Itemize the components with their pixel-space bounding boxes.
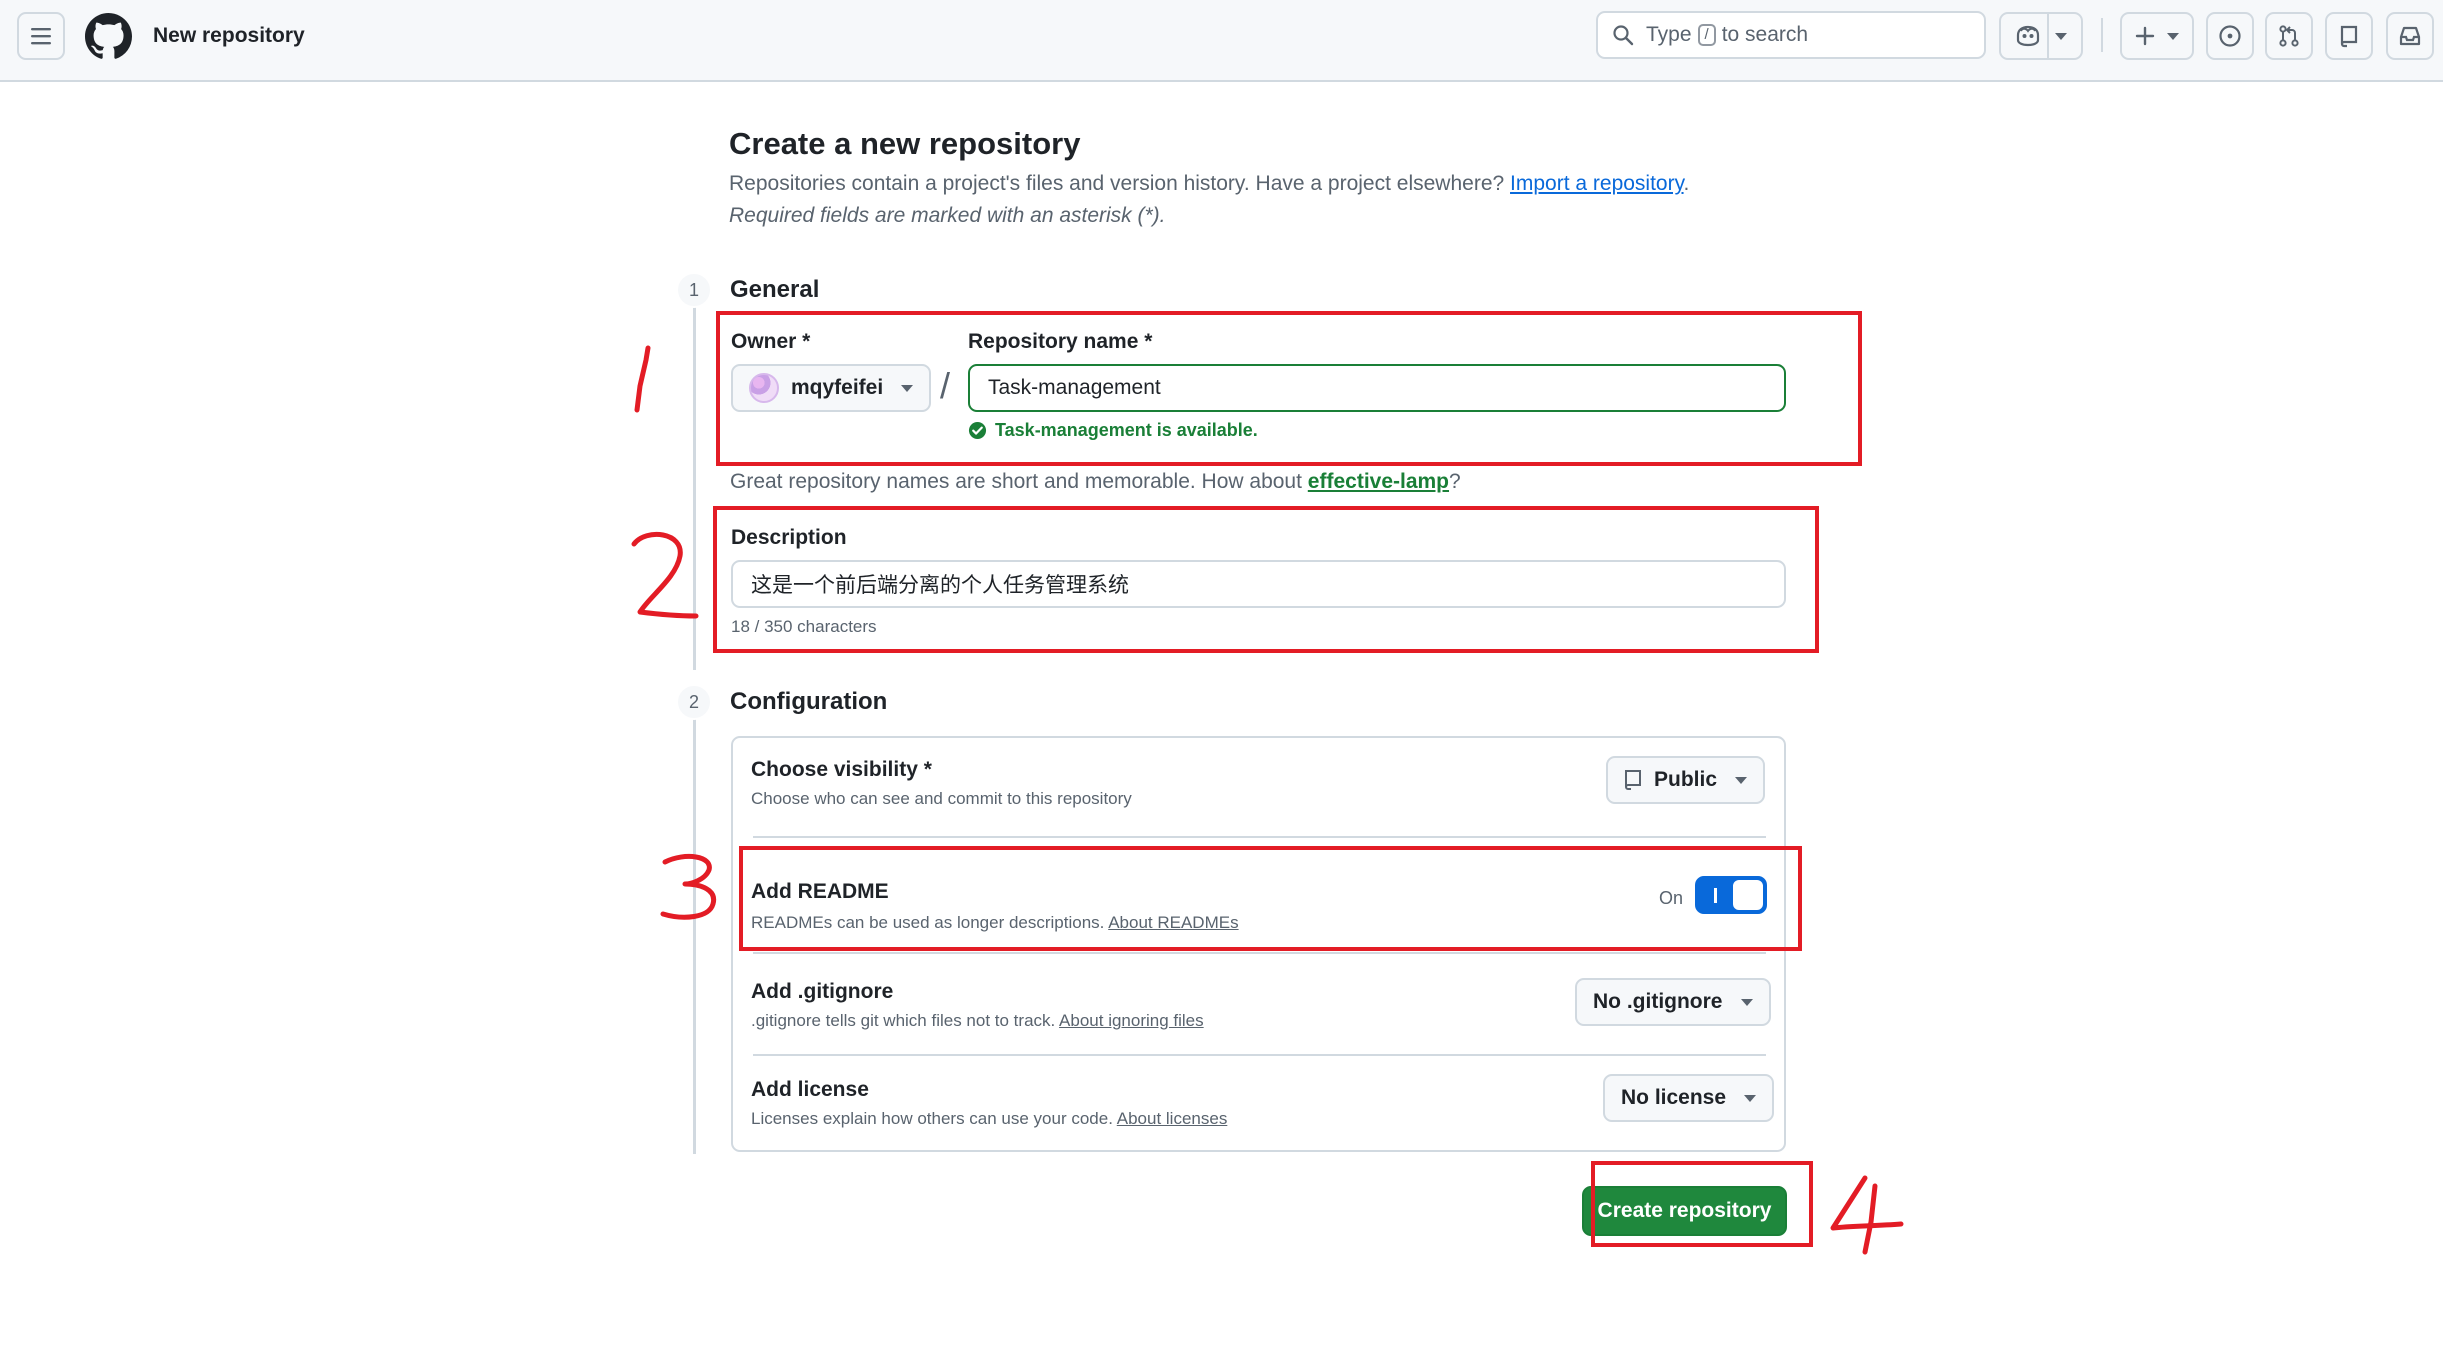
configuration-section-title: Configuration xyxy=(730,688,888,715)
visibility-value: Public xyxy=(1654,768,1718,791)
license-subtitle: Licenses explain how others can use your… xyxy=(751,1108,1227,1130)
search-shortcut-key: / xyxy=(1697,24,1716,46)
intro-text: Repositories contain a project's files a… xyxy=(729,170,1689,198)
chevron-down-icon xyxy=(2055,32,2067,40)
visibility-dropdown[interactable]: Public xyxy=(1606,756,1766,804)
search-icon xyxy=(1612,24,1634,46)
step-connector-line xyxy=(693,708,696,1154)
repositories-button[interactable] xyxy=(2325,12,2373,60)
copilot-button-group[interactable] xyxy=(1999,12,2083,60)
search-suffix: to search xyxy=(1721,23,1809,46)
issue-opened-icon xyxy=(2218,24,2242,48)
license-dropdown[interactable]: No license xyxy=(1603,1074,1775,1122)
row-divider xyxy=(753,1054,1766,1056)
visibility-title: Choose visibility * xyxy=(751,758,932,781)
name-suggestion-text: Great repository names are short and mem… xyxy=(730,470,1302,493)
gitignore-dropdown[interactable]: No .gitignore xyxy=(1575,978,1771,1026)
general-section-title: General xyxy=(730,276,820,303)
annotation-box-2 xyxy=(713,506,1819,653)
top-header: New repository Type / to search xyxy=(0,0,2443,82)
repo-icon xyxy=(2338,24,2360,48)
gitignore-title: Add .gitignore xyxy=(751,980,894,1003)
gitignore-subtitle-text: .gitignore tells git which files not to … xyxy=(751,1011,1056,1030)
git-pull-request-icon xyxy=(2277,24,2301,48)
github-logo-icon[interactable] xyxy=(85,13,132,60)
inbox-icon xyxy=(2398,25,2422,47)
repo-icon xyxy=(1624,769,1642,791)
required-fields-note: Required fields are marked with an aster… xyxy=(729,204,1166,227)
annotation-box-3 xyxy=(739,846,1802,951)
annotation-number-4 xyxy=(1830,1175,1904,1255)
chevron-down-icon xyxy=(1735,776,1748,784)
annotation-number-3 xyxy=(660,854,717,920)
row-divider xyxy=(753,952,1766,954)
intro-sentence: Repositories contain a project's files a… xyxy=(729,172,1505,195)
step-number-1: 1 xyxy=(676,272,712,308)
chevron-down-icon xyxy=(1744,1094,1757,1102)
pull-requests-button[interactable] xyxy=(2265,12,2313,60)
row-divider xyxy=(753,836,1766,838)
chevron-down-icon xyxy=(1740,998,1753,1006)
step-number-2: 2 xyxy=(676,684,712,720)
suggested-name-link[interactable]: effective-lamp xyxy=(1308,470,1449,493)
annotation-box-1 xyxy=(716,311,1862,466)
license-subtitle-text: Licenses explain how others can use your… xyxy=(751,1109,1113,1128)
import-repository-link[interactable]: Import a repository xyxy=(1510,172,1684,195)
annotation-number-2 xyxy=(631,531,699,619)
copilot-divider xyxy=(2047,13,2049,59)
chevron-down-icon xyxy=(2167,32,2179,40)
gitignore-subtitle: .gitignore tells git which files not to … xyxy=(751,1010,1204,1032)
create-new-button[interactable] xyxy=(2120,12,2194,60)
issues-button[interactable] xyxy=(2206,12,2254,60)
search-input[interactable]: Type / to search xyxy=(1596,11,1986,59)
plus-icon xyxy=(2135,26,2155,46)
name-suggestion-end: ? xyxy=(1449,470,1461,493)
header-divider xyxy=(2101,18,2103,52)
gitignore-value: No .gitignore xyxy=(1593,990,1723,1013)
menu-button[interactable] xyxy=(17,12,65,60)
name-suggestion: Great repository names are short and mem… xyxy=(730,468,1461,496)
hamburger-icon xyxy=(30,26,52,46)
license-value: No license xyxy=(1621,1086,1727,1109)
about-ignoring-files-link[interactable]: About ignoring files xyxy=(1059,1011,1204,1030)
search-prefix: Type xyxy=(1646,23,1692,46)
license-title: Add license xyxy=(751,1078,869,1101)
page-heading: Create a new repository xyxy=(729,126,1081,161)
annotation-box-4 xyxy=(1591,1161,1813,1247)
annotation-number-1 xyxy=(634,345,651,413)
page-title: New repository xyxy=(153,24,305,47)
visibility-subtitle: Choose who can see and commit to this re… xyxy=(751,789,1132,808)
notifications-button[interactable] xyxy=(2386,12,2434,60)
about-licenses-link[interactable]: About licenses xyxy=(1117,1109,1228,1128)
intro-end: . xyxy=(1683,172,1690,195)
copilot-icon xyxy=(2015,24,2041,48)
